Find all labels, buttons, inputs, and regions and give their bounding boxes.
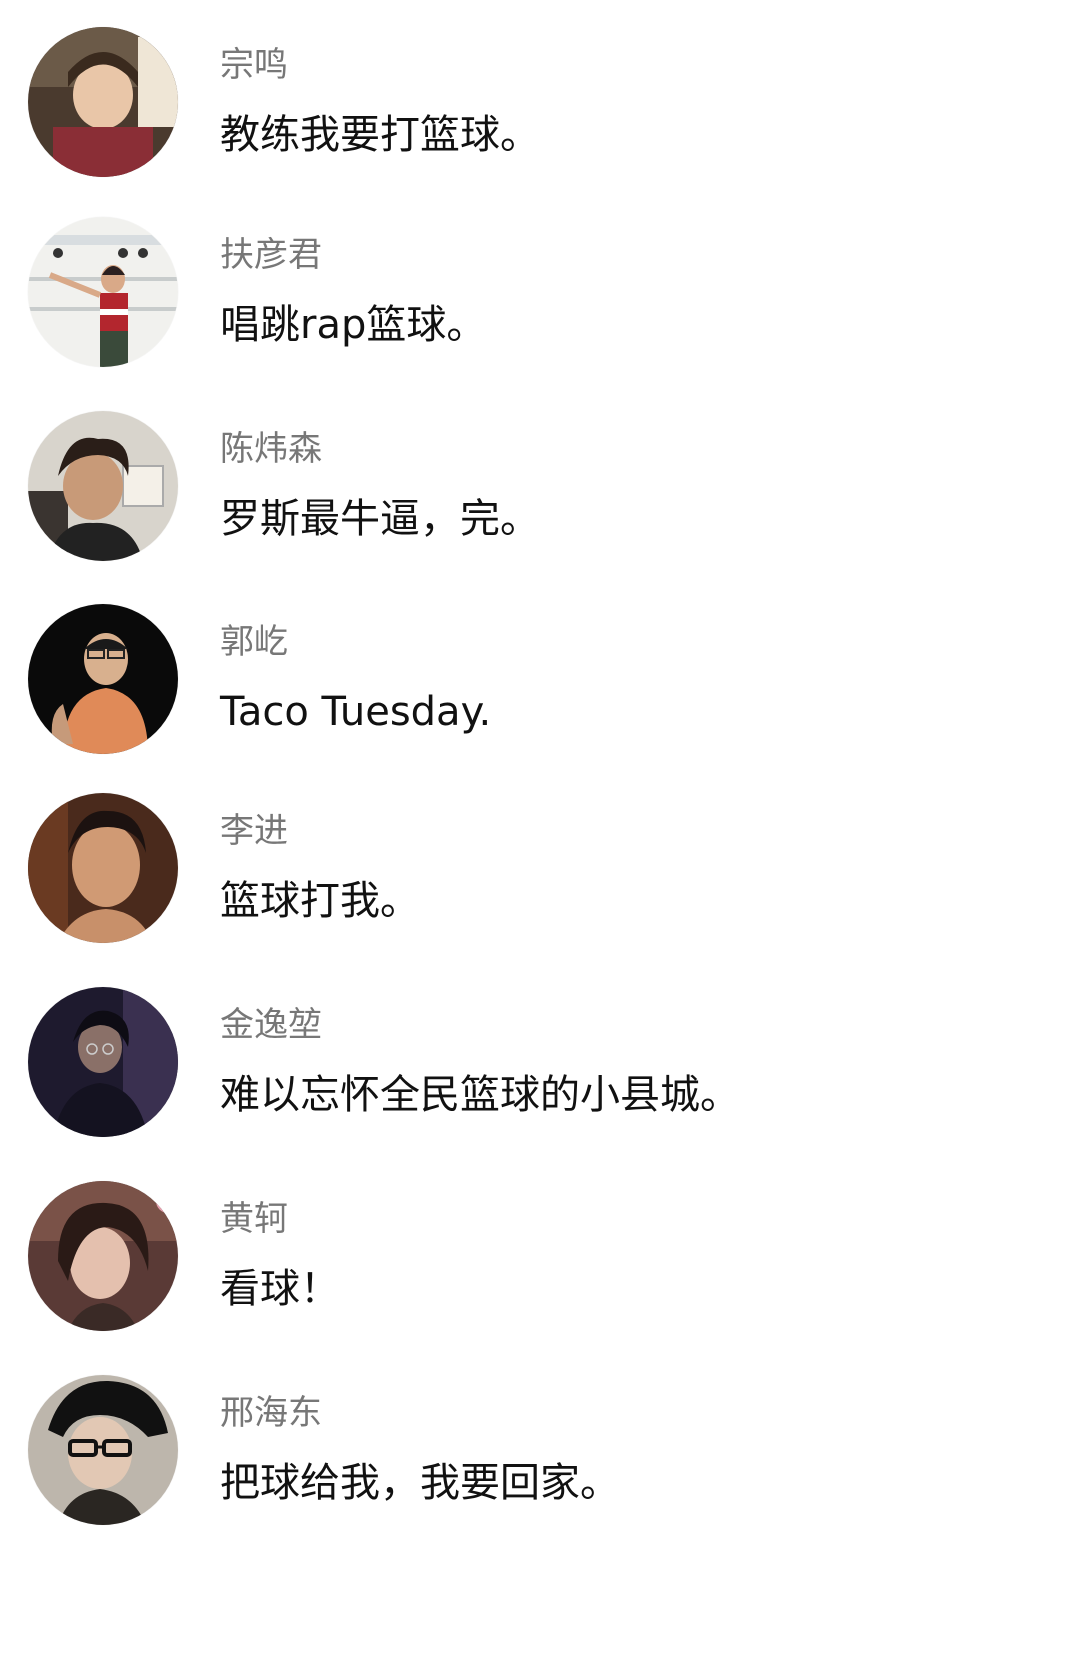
person-avatar-icon [28, 1375, 178, 1525]
avatar[interactable] [28, 793, 178, 943]
comment-text: 罗斯最牛逼，完。 [220, 496, 540, 542]
comment-text: Taco Tuesday. [220, 689, 492, 735]
comment-text: 篮球打我。 [220, 878, 420, 924]
comment-author[interactable]: 金逸堃 [220, 1005, 322, 1045]
comment-text: 把球给我，我要回家。 [220, 1460, 620, 1506]
comment-author[interactable]: 邢海东 [220, 1393, 322, 1433]
avatar[interactable] [28, 1181, 178, 1331]
comment-author[interactable]: 宗鸣 [220, 45, 288, 85]
comment-author[interactable]: 陈炜森 [220, 429, 322, 469]
avatar[interactable] [28, 27, 178, 177]
avatar[interactable] [28, 1375, 178, 1525]
comment-author[interactable]: 李进 [220, 811, 288, 851]
avatar[interactable] [28, 217, 178, 367]
comment-author[interactable]: 扶彦君 [220, 235, 322, 275]
comment-text: 难以忘怀全民篮球的小县城。 [220, 1072, 740, 1118]
avatar[interactable] [28, 411, 178, 561]
comment-text: 唱跳rap篮球。 [220, 302, 487, 348]
comment-text: 教练我要打篮球。 [220, 112, 540, 158]
person-avatar-icon [28, 1181, 178, 1331]
comment-item: 金逸堃 难以忘怀全民篮球的小县城。 [0, 987, 1080, 1137]
person-avatar-icon [28, 793, 178, 943]
person-avatar-icon [28, 411, 178, 561]
avatar[interactable] [28, 987, 178, 1137]
comment-list: 宗鸣 教练我要打篮球。 扶彦君 唱跳rap篮球。 陈炜森 罗斯最牛逼，完。 郭屹… [0, 0, 1080, 1668]
person-avatar-icon [28, 604, 178, 754]
avatar[interactable] [28, 604, 178, 754]
comment-author[interactable]: 郭屹 [220, 622, 288, 662]
comment-item: 陈炜森 罗斯最牛逼，完。 [0, 411, 1080, 561]
person-avatar-icon [28, 27, 178, 177]
comment-item: 宗鸣 教练我要打篮球。 [0, 27, 1080, 177]
comment-item: 李进 篮球打我。 [0, 793, 1080, 943]
comment-item: 扶彦君 唱跳rap篮球。 [0, 217, 1080, 367]
comment-item: 郭屹 Taco Tuesday. [0, 604, 1080, 754]
comment-item: 黄轲 看球！ [0, 1181, 1080, 1331]
comment-text: 看球！ [220, 1266, 340, 1312]
comment-item: 邢海东 把球给我，我要回家。 [0, 1375, 1080, 1525]
person-avatar-icon [28, 987, 178, 1137]
comment-author[interactable]: 黄轲 [220, 1199, 288, 1239]
person-avatar-icon [28, 217, 178, 367]
